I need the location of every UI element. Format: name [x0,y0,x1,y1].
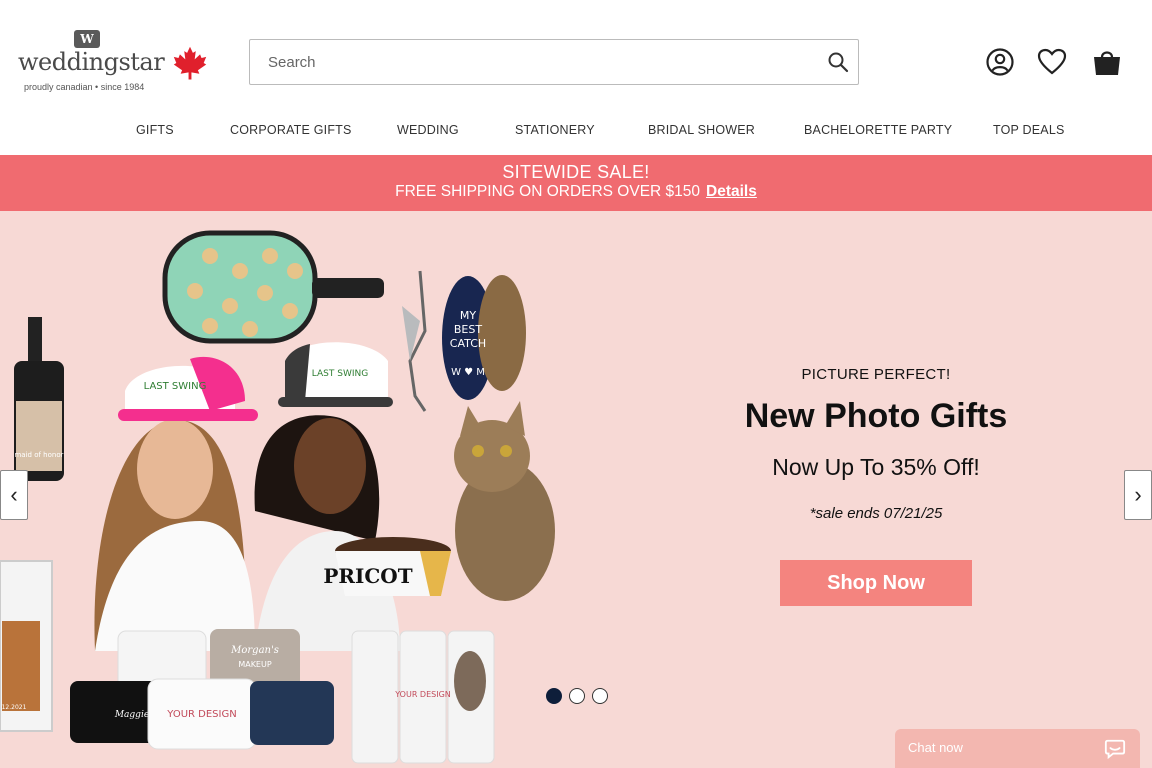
hero-product-collage: MY BEST CATCH W ♥ M maid of honor 12.202… [0,230,555,764]
chat-widget[interactable]: Chat now [895,729,1140,768]
logo-wordmark: weddingstar [18,48,165,76]
nav-item-wedding[interactable]: WEDDING [397,123,459,137]
wine-bottle-image: maid of honor [14,317,64,481]
logo-tagline: proudly canadian • since 1984 [24,82,145,92]
cat-image [454,401,555,601]
promo-subline: FREE SHIPPING ON ORDERS OVER $150 Details [0,183,1152,201]
carousel-dots [546,688,615,704]
nav-item-stationery[interactable]: STATIONERY [515,123,595,137]
woman-right-image: LAST SWING [254,342,400,651]
cap-right-text: LAST SWING [312,369,368,379]
shopping-bag-icon[interactable] [1091,46,1123,78]
nav-item-gifts[interactable]: GIFTS [136,123,174,137]
carousel-dot-2[interactable] [569,688,585,704]
keychain-text-2: BEST [454,323,482,336]
lantern-image: 12.2021 [0,560,53,732]
carousel-prev-button[interactable]: ‹ [0,470,28,520]
keychain-text-1: MY [460,309,476,322]
carousel-dot-1[interactable] [546,688,562,704]
wine-label-text: maid of honor [14,451,63,459]
cap-left-text: LAST SWING [144,381,207,392]
keychain-text-4: W ♥ M [451,367,485,378]
search-bar [249,39,859,85]
logo-mark: W [74,30,100,48]
bag-word-text: MAKEUP [238,660,272,669]
keychain-image: MY BEST CATCH W ♥ M [442,275,526,400]
promo-details-link[interactable]: Details [706,183,757,200]
pouch-name-text: Maggie [114,710,149,720]
hero-sale-end: *sale ends 07/21/25 [809,505,943,522]
promo-headline: SITEWIDE SALE! [502,162,650,182]
nav-item-top-deals[interactable]: TOP DEALS [993,123,1065,137]
search-icon[interactable] [826,50,850,74]
nav-item-corporate-gifts[interactable]: CORPORATE GIFTS [230,123,352,137]
hero-headline: New Photo Gifts [744,397,1008,435]
tumblers-image: YOUR DESIGN [351,630,495,764]
pet-bowl-image: PRICOT [323,537,451,596]
promo-shipping-text: FREE SHIPPING ON ORDERS OVER $150 [395,183,701,200]
hero-copy: PICTURE PERFECT! New Photo Gifts Now Up … [640,366,1112,606]
lantern-date-text: 12.2021 [2,704,27,711]
chat-label: Chat now [908,740,963,755]
nav-item-bachelorette-party[interactable]: BACHELORETTE PARTY [804,123,952,137]
fishing-lure-image [402,270,427,412]
carousel-next-button[interactable]: › [1124,470,1152,520]
bowl-name-text: PRICOT [323,564,412,588]
promo-banner: SITEWIDE SALE! FREE SHIPPING ON ORDERS O… [0,155,1152,211]
keychain-text-3: CATCH [450,337,486,350]
chat-bubble-icon [1104,739,1126,760]
pouch-design-text: YOUR DESIGN [166,709,236,720]
heart-icon[interactable] [1036,46,1068,78]
hero-carousel: MY BEST CATCH W ♥ M maid of honor 12.202… [0,211,1152,768]
maple-leaf-icon [173,46,207,80]
carousel-dot-3[interactable] [592,688,608,704]
brand-logo[interactable]: W weddingstar proudly canadian • since 1… [18,28,165,98]
nav-item-bridal-shower[interactable]: BRIDAL SHOWER [648,123,755,137]
hero-eyebrow: PICTURE PERFECT! [801,366,951,383]
bag-name-text: Morgan's [230,645,279,656]
paddle-image [162,230,384,344]
hero-subhead: Now Up To 35% Off! [772,454,980,480]
site-header: W weddingstar proudly canadian • since 1… [0,0,1152,110]
account-icon[interactable] [984,46,1016,78]
search-input[interactable] [268,40,808,84]
woman-left-image: LAST SWING [94,356,258,651]
main-nav: GIFTS CORPORATE GIFTS WEDDING STATIONERY… [0,110,1152,155]
shop-now-button[interactable]: Shop Now [780,560,972,606]
tumbler-design-text: YOUR DESIGN [394,690,451,699]
